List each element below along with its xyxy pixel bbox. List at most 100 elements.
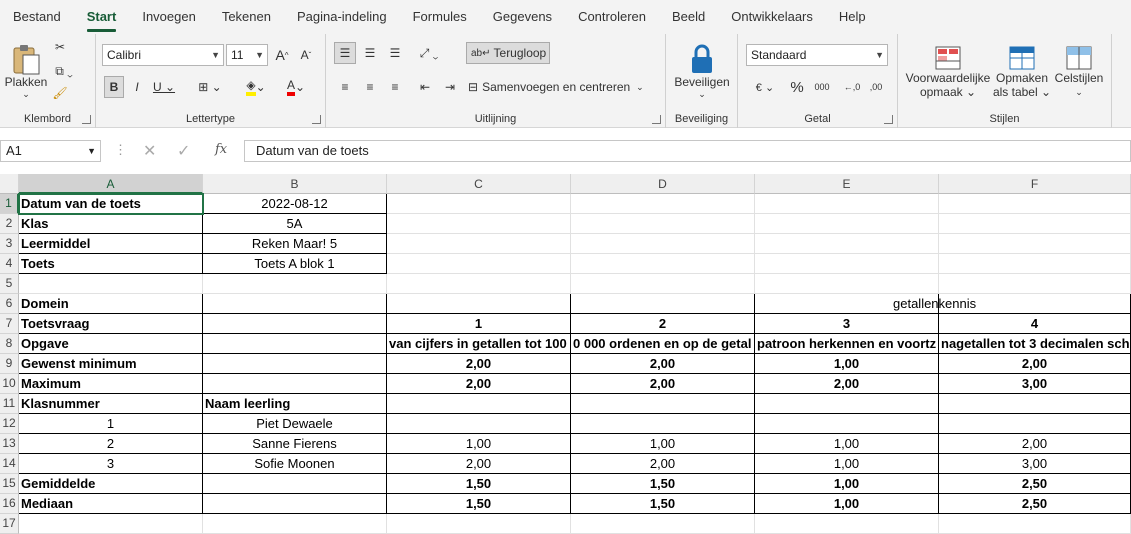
fill-color-icon[interactable]: ◈ ⌄ — [240, 76, 272, 98]
cell-e17[interactable] — [755, 514, 939, 534]
cell-f5[interactable] — [939, 274, 1131, 294]
row-header-7[interactable]: 7 — [0, 314, 19, 334]
increase-indent-icon[interactable]: ⇥ — [439, 76, 461, 98]
cell-c5[interactable] — [387, 274, 571, 294]
cell-d3[interactable] — [571, 234, 755, 254]
decrease-font-icon[interactable]: Aˇ — [296, 44, 316, 66]
cut-icon[interactable]: ✂ — [52, 38, 68, 56]
column-header-e[interactable]: E — [755, 174, 939, 194]
cell-a4[interactable]: Toets — [19, 254, 203, 274]
cell-a17[interactable] — [19, 514, 203, 534]
currency-icon[interactable]: € ⌄ — [748, 76, 782, 98]
cell-a11[interactable]: Klasnummer — [19, 394, 203, 414]
tab-controleren[interactable]: Controleren — [565, 0, 659, 34]
cell-a16[interactable]: Mediaan — [19, 494, 203, 514]
cell-c15[interactable]: 1,50 — [387, 474, 571, 494]
align-right-icon[interactable]: ≡ — [384, 76, 406, 98]
cell-f10[interactable]: 3,00 — [939, 374, 1131, 394]
cell-d16[interactable]: 1,50 — [571, 494, 755, 514]
cell-f14[interactable]: 3,00 — [939, 454, 1131, 474]
cell-f1[interactable] — [939, 194, 1131, 214]
cell-f13[interactable]: 2,00 — [939, 434, 1131, 454]
row-header-8[interactable]: 8 — [0, 334, 19, 354]
cell-e2[interactable] — [755, 214, 939, 234]
tab-help[interactable]: Help — [826, 0, 879, 34]
cell-d8[interactable]: 0 000 ordenen en op de getal — [571, 334, 755, 354]
cell-e9[interactable]: 1,00 — [755, 354, 939, 374]
cell-b1[interactable]: 2022-08-12 — [203, 194, 387, 214]
cell-a1[interactable]: Datum van de toets — [18, 193, 204, 215]
font-name-select[interactable]: Calibri ▼ — [102, 44, 224, 66]
cell-e5[interactable] — [755, 274, 939, 294]
cell-d15[interactable]: 1,50 — [571, 474, 755, 494]
align-top-icon[interactable]: ☰ — [334, 42, 356, 64]
row-header-4[interactable]: 4 — [0, 254, 19, 274]
paste-button[interactable]: Plakken ⌄ — [5, 38, 47, 104]
cell-f7[interactable]: 4 — [939, 314, 1131, 334]
thousands-icon[interactable]: 000 — [810, 76, 834, 98]
cell-d4[interactable] — [571, 254, 755, 274]
cell-c17[interactable] — [387, 514, 571, 534]
column-header-f[interactable]: F — [939, 174, 1131, 194]
percent-icon[interactable]: % — [788, 76, 806, 98]
tab-invoegen[interactable]: Invoegen — [129, 0, 209, 34]
cell-e13[interactable]: 1,00 — [755, 434, 939, 454]
format-as-table-button[interactable]: Opmaken als tabel ⌄ — [992, 38, 1052, 106]
formula-input[interactable]: Datum van de toets — [244, 140, 1131, 162]
cell-c16[interactable]: 1,50 — [387, 494, 571, 514]
row-header-3[interactable]: 3 — [0, 234, 19, 254]
tab-bestand[interactable]: Bestand — [0, 0, 74, 34]
row-header-5[interactable]: 5 — [0, 274, 19, 294]
cell-b9[interactable] — [203, 354, 387, 374]
format-painter-icon[interactable]: 🖌 — [52, 84, 68, 102]
cell-a10[interactable]: Maximum — [19, 374, 203, 394]
row-header-13[interactable]: 13 — [0, 434, 19, 454]
cell-d11[interactable] — [571, 394, 755, 414]
tab-gegevens[interactable]: Gegevens — [480, 0, 565, 34]
clipboard-launcher-icon[interactable] — [82, 115, 91, 124]
cell-b13[interactable]: Sanne Fierens — [203, 434, 387, 454]
cell-c11[interactable] — [387, 394, 571, 414]
select-all-corner[interactable] — [0, 174, 19, 194]
cell-f16[interactable]: 2,50 — [939, 494, 1131, 514]
number-format-select[interactable]: Standaard ▼ — [746, 44, 888, 66]
cell-e11[interactable] — [755, 394, 939, 414]
insert-function-icon[interactable]: fx — [215, 142, 227, 157]
cell-f8[interactable]: nagetallen tot 3 decimalen sche — [939, 334, 1131, 354]
row-header-6[interactable]: 6 — [0, 294, 19, 314]
cell-d6[interactable] — [571, 294, 755, 314]
row-header-16[interactable]: 16 — [0, 494, 19, 514]
cell-b14[interactable]: Sofie Moonen — [203, 454, 387, 474]
cell-d17[interactable] — [571, 514, 755, 534]
row-header-11[interactable]: 11 — [0, 394, 19, 414]
cell-styles-button[interactable]: Celstijlen ⌄ — [1050, 38, 1108, 106]
merge-center-button[interactable]: ⊟ Samenvoegen en centreren ⌄ — [468, 76, 658, 98]
cell-a8[interactable]: Opgave — [19, 334, 203, 354]
row-header-12[interactable]: 12 — [0, 414, 19, 434]
cell-d12[interactable] — [571, 414, 755, 434]
cancel-icon[interactable]: ✕ — [143, 141, 156, 161]
tab-ontwikkelaars[interactable]: Ontwikkelaars — [718, 0, 826, 34]
cell-a7[interactable]: Toetsvraag — [19, 314, 203, 334]
cell-b16[interactable] — [203, 494, 387, 514]
cell-e4[interactable] — [755, 254, 939, 274]
tab-beeld[interactable]: Beeld — [659, 0, 718, 34]
conditional-formatting-button[interactable]: Voorwaardelijke opmaak ⌄ — [902, 38, 994, 106]
bold-button[interactable]: B — [104, 76, 124, 98]
column-header-a[interactable]: A — [19, 174, 203, 194]
cell-c13[interactable]: 1,00 — [387, 434, 571, 454]
cell-f9[interactable]: 2,00 — [939, 354, 1131, 374]
cell-c6[interactable] — [387, 294, 571, 314]
cell-b6[interactable] — [203, 294, 387, 314]
cell-c2[interactable] — [387, 214, 571, 234]
row-header-2[interactable]: 2 — [0, 214, 19, 234]
cell-e10[interactable]: 2,00 — [755, 374, 939, 394]
cell-b5[interactable] — [203, 274, 387, 294]
cell-d10[interactable]: 2,00 — [571, 374, 755, 394]
cell-c7[interactable]: 1 — [387, 314, 571, 334]
tab-tekenen[interactable]: Tekenen — [209, 0, 284, 34]
cell-b7[interactable] — [203, 314, 387, 334]
cell-e7[interactable]: 3 — [755, 314, 939, 334]
cell-b8[interactable] — [203, 334, 387, 354]
cell-f11[interactable] — [939, 394, 1131, 414]
